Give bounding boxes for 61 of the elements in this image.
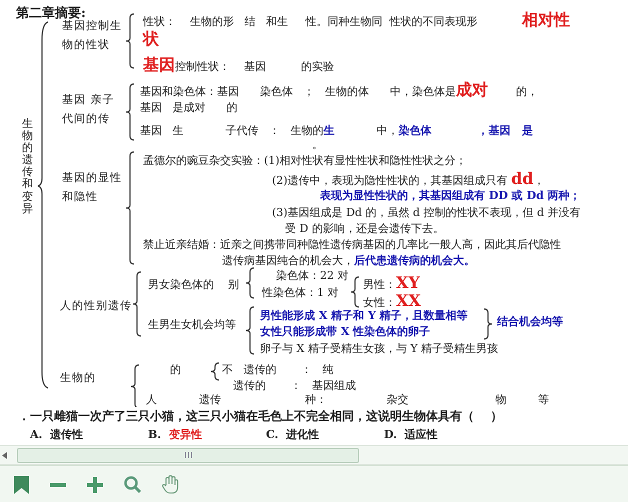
curly-brace	[125, 83, 134, 141]
outline-text: 染色体：22 对	[274, 268, 348, 284]
topic-label: 生物的遗传和变异	[22, 118, 33, 215]
outline-text: 卵子与 X 精子受精生女孩，与 Y 精子受精生男孩	[260, 341, 498, 357]
option-letter: A.	[30, 428, 44, 441]
curly-brace	[130, 364, 140, 407]
outline-text: 基因和染色体：基因 染色体 ； 生物的体 中，染色体是成对 的，	[140, 82, 538, 100]
curly-brace	[125, 13, 134, 69]
scrollbar-thumb[interactable]	[17, 448, 359, 462]
question-text: ．一只雌猫一次产了三只小猫，这三只小猫在毛色上不完全相同，这说明生物体具有（ ）	[17, 408, 504, 425]
outline-text: 受 D 的影响，还是会遗传下去。	[285, 221, 444, 237]
curly-brace	[350, 276, 360, 308]
outline-text: (3)基因组成是 Dd 的，虽然 d 控制的性状不表现，但 d 并没有	[272, 205, 581, 221]
outline-text: 女性只能形成带 X 性染色体的卵子	[260, 324, 430, 340]
option-text: 进化性	[286, 428, 320, 441]
section-label: 人的性别遗传	[60, 298, 133, 314]
zoom-in-icon[interactable]	[87, 476, 103, 492]
section-label: 生物的	[60, 370, 97, 386]
outline-text: 人 遗传 种： 杂交 物 等	[146, 392, 550, 408]
curly-brace	[484, 308, 493, 340]
curly-brace	[210, 362, 220, 381]
grip-icon	[184, 452, 192, 458]
outline-text: 状	[143, 31, 159, 49]
section-label: 基因控制生物的性状	[62, 19, 123, 53]
outline-text: 性染色体：1 对	[262, 285, 338, 301]
outline-text: 性状： 生物的形 结 和生 性。同种生物同 性状的不同表现形 相对性	[143, 12, 570, 30]
outline-text: 遗传的 ： 基因组成	[233, 378, 356, 394]
outline-text: 遗传病基因纯合的机会大，后代患遗传病的机会大。	[222, 253, 475, 269]
outline-text: 基因 是成对 的	[140, 100, 238, 116]
outline-text: 孟德尔的豌豆杂交实验：(1)相对性状有显性性状和隐性性状之分；	[143, 153, 467, 169]
section-label: 基因 亲子代间的传	[62, 92, 116, 127]
outline-text: 男性：XY	[363, 275, 420, 293]
zoom-out-icon[interactable]	[50, 482, 66, 486]
outline-text: 基因控制性状： 基因 的实验	[143, 57, 334, 75]
outline-text: 表现为显性性状的，其基因组成有 DD 或 Dd 两种；	[320, 188, 581, 204]
curly-brace	[132, 271, 142, 337]
outline-text: 禁止近亲结婚：近亲之间携带同种隐性遗传病基因的几率比一般人高，因此其后代隐性	[143, 237, 561, 253]
curly-brace	[245, 306, 254, 355]
hand-icon[interactable]	[162, 475, 179, 494]
bookmark-icon[interactable]	[14, 476, 29, 494]
outline-text: (2)遗传中，表现为隐性性状的，其基因组成只有 dd，	[272, 171, 544, 189]
option-letter: B.	[148, 428, 162, 441]
outline-text: 基因 生 子代传 ： 生物的生 中，染色体 ，基因 是	[140, 123, 533, 139]
outline-text: 男性能形成 X 精子和 Y 精子，且数量相等	[260, 308, 468, 324]
outline-text: 结合机会均等	[497, 314, 563, 330]
outline-text: 的	[170, 362, 181, 378]
chapter-title: 第二章摘要:	[16, 4, 86, 21]
outline-text: 。	[312, 137, 323, 153]
option-letter: D.	[384, 428, 398, 441]
scroll-left-icon[interactable]	[2, 452, 7, 458]
option-text: 变异性	[168, 428, 202, 441]
option-text: 遗传性	[50, 428, 84, 441]
section-label: 基因的显性和隐性	[62, 170, 123, 205]
outline-text: 女性：XX	[363, 293, 421, 310]
outline-text: 男女染色体的 别	[148, 277, 239, 293]
option-letter: C.	[266, 428, 280, 441]
curly-brace	[245, 267, 254, 299]
outline-text: 不 遗传的 ： 纯	[222, 362, 334, 378]
search-icon[interactable]	[124, 476, 141, 493]
outline-text: 生男生女机会均等	[148, 317, 236, 333]
option-text: 适应性	[404, 428, 438, 441]
